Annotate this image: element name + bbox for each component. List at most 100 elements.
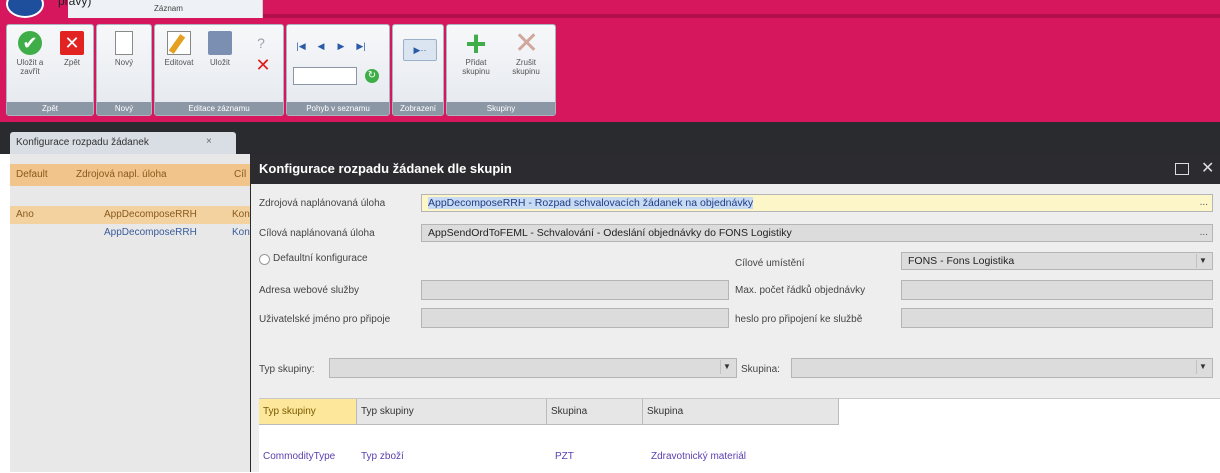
edit-label: Editovat: [164, 58, 194, 67]
ribbon-group-label: Pohyb v seznamu: [287, 102, 389, 115]
ribbon: ✔ Uložit a zavřít ✕ Zpět Zpět Nový Nový …: [0, 18, 1220, 122]
table-row[interactable]: CommodityType Typ zboží PZT Zdravotnický…: [259, 399, 1220, 473]
edit-button[interactable]: Editovat: [159, 31, 199, 67]
remove-group-label: Zrušit skupinu: [512, 58, 540, 76]
default-config-label: Defaultní konfigurace: [273, 253, 368, 264]
config-dialog: Konfigurace rozpadu žádanek dle skupin ✕…: [250, 154, 1220, 473]
new-button[interactable]: Nový: [105, 31, 143, 67]
table-cell: AppDecomposeRRH: [104, 227, 197, 238]
column-header[interactable]: Cíl: [234, 169, 246, 180]
ribbon-group-pohyb: |◀ ◀ ▶ ▶| ↻ Pohyb v seznamu: [286, 24, 390, 116]
groups-grid: Typ skupiny Typ skupiny Skupina Skupina …: [259, 398, 1220, 473]
dialog-title-bar[interactable]: Konfigurace rozpadu žádanek dle skupin ✕: [251, 154, 1220, 184]
back-button[interactable]: ✕ Zpět: [55, 31, 89, 67]
dialog-title: Konfigurace rozpadu žádanek dle skupin: [259, 161, 512, 176]
remove-group-button[interactable]: ✕ Zrušit skupinu: [503, 27, 549, 77]
tab-label: Konfigurace rozpadu žádanek: [16, 137, 149, 148]
prev-icon[interactable]: ◀: [313, 39, 329, 53]
background-grid: Default Zdrojová napl. úloha Cíl Ano App…: [10, 154, 256, 472]
browse-button[interactable]: ...: [1200, 227, 1208, 238]
close-icon: ✕: [60, 31, 84, 55]
maximize-icon[interactable]: [1175, 163, 1189, 175]
title-bar-accent: [262, 0, 1220, 18]
expand-icon[interactable]: ▶··: [403, 39, 437, 61]
next-icon[interactable]: ▶: [333, 39, 349, 53]
new-document-icon: [115, 31, 133, 55]
table-cell: Typ zboží: [361, 451, 404, 462]
tab-close-icon[interactable]: ×: [206, 136, 212, 147]
default-config-radio[interactable]: [259, 254, 270, 265]
max-rows-input[interactable]: [901, 280, 1213, 300]
target-location-label: Cílové umístění: [735, 258, 805, 269]
tab-konfigurace[interactable]: Konfigurace rozpadu žádanek ×: [10, 132, 236, 154]
max-rows-label: Max. počet řádků objednávky: [735, 285, 866, 296]
password-input[interactable]: [901, 308, 1213, 328]
table-cell: PZT: [555, 451, 574, 462]
ribbon-group-zpet: ✔ Uložit a zavřít ✕ Zpět Zpět: [6, 24, 94, 116]
browse-button[interactable]: ...: [1200, 197, 1208, 208]
username-input[interactable]: [421, 308, 729, 328]
dropdown-arrow-icon[interactable]: ▼: [1196, 254, 1209, 268]
background-grid-header: Default Zdrojová napl. úloha Cíl: [10, 164, 256, 186]
save-icon: ✔: [18, 31, 42, 55]
question-icon: ?: [257, 35, 265, 51]
new-label: Nový: [114, 58, 134, 67]
disk-icon: [208, 31, 232, 55]
target-location-select[interactable]: FONS - Fons Logistika ▼: [901, 252, 1213, 270]
save-button[interactable]: Uložit: [203, 31, 237, 67]
dropdown-arrow-icon[interactable]: ▼: [720, 360, 733, 374]
ribbon-group-label: Zpět: [7, 102, 93, 115]
ribbon-group-label: Editace záznamu: [155, 102, 283, 115]
password-label: heslo pro připojení ke službě: [735, 314, 863, 325]
group-label: Skupina:: [741, 364, 780, 375]
delete-x-icon: ✕: [255, 55, 271, 75]
save-label: Uložit: [209, 58, 230, 67]
column-header[interactable]: Default: [16, 169, 48, 180]
ribbon-group-label: Skupiny: [447, 102, 555, 115]
record-position-input[interactable]: [293, 67, 357, 85]
source-task-value: AppDecomposeRRH - Rozpad schvalovacích ž…: [428, 197, 754, 209]
target-location-value: FONS - Fons Logistika: [908, 255, 1015, 267]
webservice-address-input[interactable]: [421, 280, 729, 300]
remove-x-icon: ✕: [514, 27, 540, 60]
save-close-label: Uložit a zavřít: [16, 58, 44, 76]
first-icon[interactable]: |◀: [293, 39, 309, 53]
group-type-label: Typ skupiny:: [259, 364, 315, 375]
table-row[interactable]: Ano AppDecomposeRRH Kon: [10, 206, 256, 224]
plus-icon: +: [465, 23, 487, 64]
target-task-value: AppSendOrdToFEML - Schvalování - Odeslán…: [428, 227, 792, 239]
document-tab-bar: Konfigurace rozpadu žádanek ×: [0, 122, 1220, 154]
ribbon-group-label: Nový: [97, 102, 151, 115]
ribbon-tab-zaznam[interactable]: Záznam: [68, 0, 263, 18]
table-row[interactable]: AppDecomposeRRH Kon: [10, 224, 256, 242]
table-cell: Kon: [232, 209, 250, 220]
window-title-fragment: pravy): [58, 0, 92, 8]
close-icon[interactable]: ✕: [1201, 158, 1214, 178]
column-header[interactable]: Zdrojová napl. úloha: [76, 169, 167, 180]
edit-pencil-icon: [167, 31, 191, 55]
save-close-button[interactable]: ✔ Uložit a zavřít: [11, 31, 49, 76]
delete-button[interactable]: ✕: [251, 53, 273, 80]
ribbon-group-editace: Editovat Uložit ? ✕ Editace záznamu: [154, 24, 284, 116]
webservice-address-label: Adresa webové služby: [259, 285, 360, 296]
ribbon-group-skupiny: + Přidat skupinu ✕ Zrušit skupinu Skupin…: [446, 24, 556, 116]
group-select[interactable]: ▼: [791, 358, 1213, 378]
dropdown-arrow-icon[interactable]: ▼: [1196, 360, 1209, 374]
ribbon-group-zobrazeni: ▶·· Zobrazení: [392, 24, 444, 116]
ribbon-tab-label: Záznam: [154, 4, 183, 13]
table-cell: Ano: [16, 209, 34, 220]
ribbon-group-novy: Nový Nový: [96, 24, 152, 116]
target-task-label: Cílová naplánovaná úloha: [259, 228, 375, 239]
target-task-field[interactable]: AppSendOrdToFEML - Schvalování - Odeslán…: [421, 224, 1213, 242]
table-cell: Zdravotnický materiál: [651, 451, 747, 462]
source-task-field[interactable]: AppDecomposeRRH - Rozpad schvalovacích ž…: [421, 194, 1213, 212]
table-cell: AppDecomposeRRH: [104, 209, 197, 220]
add-group-button[interactable]: + Přidat skupinu: [453, 23, 499, 77]
back-label: Zpět: [63, 58, 80, 67]
add-group-label: Přidat skupinu: [462, 58, 490, 76]
table-cell: CommodityType: [263, 451, 336, 462]
group-type-select[interactable]: ▼: [329, 358, 737, 378]
source-task-label: Zdrojová naplánovaná úloha: [259, 198, 386, 209]
refresh-icon[interactable]: ↻: [365, 69, 379, 83]
last-icon[interactable]: ▶|: [353, 39, 369, 53]
